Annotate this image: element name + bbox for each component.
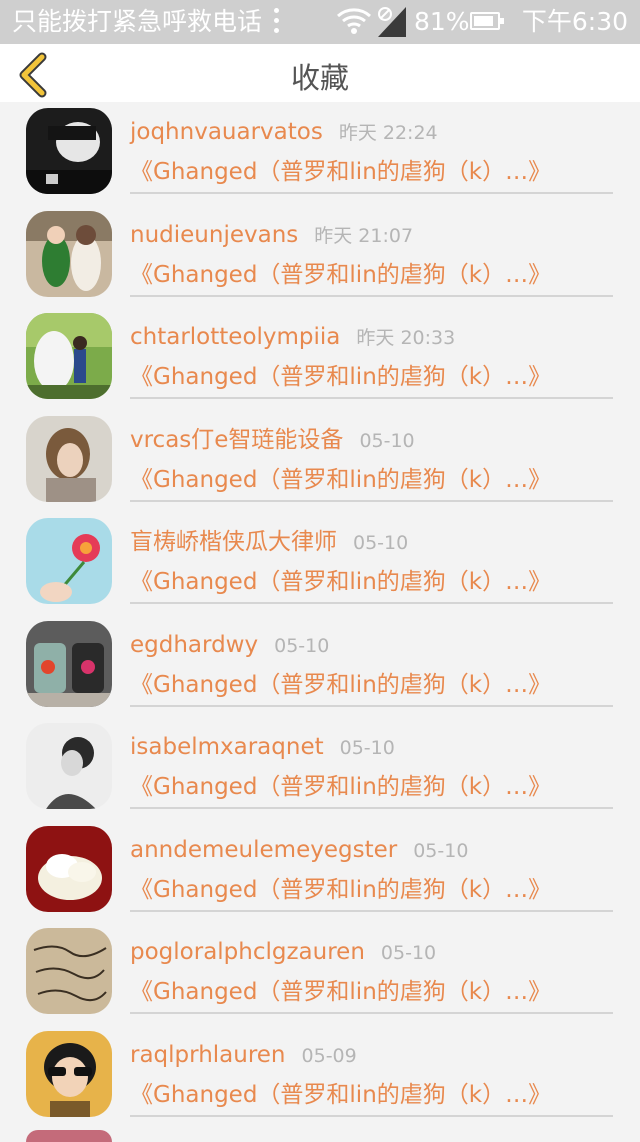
carrier-text: 只能拨打紧急呼救电话 — [12, 7, 263, 36]
battery-percentage: 81% — [414, 7, 470, 36]
list-item[interactable]: 盲梼峤楷侠瓜大律师 05-10 《Ghanged（普罗和lin的虐狗（k）…》 — [0, 512, 640, 615]
page-title: 收藏 — [290, 61, 349, 95]
username[interactable]: vrcas仃e智琏能设备 — [130, 427, 343, 453]
list-item[interactable]: pogloralphclgzauren 05-10 《Ghanged（普罗和lin… — [0, 922, 640, 1025]
favorite-title[interactable]: 《Ghanged（普罗和lin的虐狗（k）…》 — [130, 769, 551, 805]
avatar — [26, 210, 112, 297]
avatar — [26, 723, 112, 809]
list-item[interactable]: joqhnvauarvatos 昨天 22:24 《Ghanged（普罗和lin的… — [0, 102, 640, 205]
avatar — [26, 108, 112, 194]
divider — [130, 602, 613, 604]
favorites-list: joqhnvauarvatos 昨天 22:24 《Ghanged（普罗和lin的… — [0, 102, 640, 1127]
battery-icon — [470, 12, 504, 30]
favorite-title[interactable]: 《Ghanged（普罗和lin的虐狗（k）…》 — [130, 667, 551, 703]
list-item[interactable]: chtarlotteolympiia 昨天 20:33 《Ghanged（普罗和l… — [0, 307, 640, 410]
list-item[interactable]: isabelmxaraqnet 05-10 《Ghanged（普罗和lin的虐狗（… — [0, 717, 640, 820]
username[interactable]: 盲梼峤楷侠瓜大律师 — [130, 529, 337, 555]
list-item[interactable]: nudieunjevans 昨天 21:07 《Ghanged（普罗和lin的虐狗… — [0, 205, 640, 308]
list-item[interactable]: raqlprhlauren 05-09 《Ghanged（普罗和lin的虐狗（k）… — [0, 1025, 640, 1128]
username[interactable]: raqlprhlauren — [130, 1042, 286, 1068]
divider — [130, 192, 613, 194]
username[interactable]: chtarlotteolympiia — [130, 324, 340, 350]
list-item[interactable]: egdhardwy 05-10 《Ghanged（普罗和lin的虐狗（k）…》 — [0, 615, 640, 718]
username[interactable]: isabelmxaraqnet — [130, 734, 324, 760]
divider — [130, 1114, 613, 1117]
favorite-title[interactable]: 《Ghanged（普罗和lin的虐狗（k）…》 — [130, 359, 551, 395]
divider — [130, 397, 613, 399]
list-item[interactable]: vrcas仃e智琏能设备 05-10 《Ghanged（普罗和lin的虐狗（k）…… — [0, 410, 640, 513]
favorite-title[interactable]: 《Ghanged（普罗和lin的虐狗（k）…》 — [130, 974, 551, 1010]
timestamp: 05-10 — [274, 634, 330, 657]
avatar — [26, 825, 112, 912]
status-bar: 只能拨打紧急呼救电话 81% 下午6:30 — [0, 0, 640, 44]
divider — [130, 807, 613, 809]
timestamp: 昨天 20:33 — [356, 327, 456, 349]
timestamp: 05-10 — [353, 532, 409, 554]
favorite-title[interactable]: 《Ghanged（普罗和lin的虐狗（k）…》 — [130, 257, 551, 293]
timestamp: 05-10 — [380, 942, 437, 964]
divider — [130, 294, 613, 297]
favorite-title[interactable]: 《Ghanged（普罗和lin的虐狗（k）…》 — [130, 564, 551, 600]
divider — [130, 499, 613, 502]
avatar — [26, 1030, 112, 1117]
timestamp: 05-10 — [339, 737, 395, 759]
favorite-title[interactable]: 《Ghanged（普罗和lin的虐狗（k）…》 — [130, 1077, 551, 1113]
username[interactable]: joqhnvauarvatos — [130, 119, 323, 145]
timestamp: 05-10 — [359, 429, 415, 452]
username[interactable]: anndemeulemeyegster — [130, 837, 397, 863]
divider — [130, 1012, 613, 1014]
timestamp: 昨天 22:24 — [338, 122, 438, 144]
title-bar: 收藏 — [0, 44, 640, 102]
username[interactable]: pogloralphclgzauren — [130, 939, 365, 965]
divider — [130, 909, 613, 912]
username[interactable]: nudieunjevans — [130, 222, 298, 248]
avatar — [26, 1130, 112, 1142]
timestamp: 05-10 — [413, 839, 469, 862]
timestamp: 昨天 21:07 — [314, 224, 414, 247]
avatar — [26, 518, 112, 604]
list-item[interactable]: anndemeulemeyegster 05-10 《Ghanged（普罗和lin… — [0, 820, 640, 923]
favorite-title[interactable]: 《Ghanged（普罗和lin的虐狗（k）…》 — [130, 872, 551, 908]
divider — [130, 704, 613, 707]
avatar — [26, 620, 112, 707]
favorite-title[interactable]: 《Ghanged（普罗和lin的虐狗（k）…》 — [130, 154, 551, 190]
timestamp: 05-09 — [301, 1044, 357, 1067]
username[interactable]: egdhardwy — [130, 632, 258, 658]
favorite-title[interactable]: 《Ghanged（普罗和lin的虐狗（k）…》 — [130, 462, 551, 498]
clock-time: 下午6:30 — [521, 7, 628, 36]
avatar — [26, 415, 112, 502]
avatar — [26, 928, 112, 1014]
avatar — [26, 313, 112, 399]
more-dots-icon — [274, 8, 280, 36]
